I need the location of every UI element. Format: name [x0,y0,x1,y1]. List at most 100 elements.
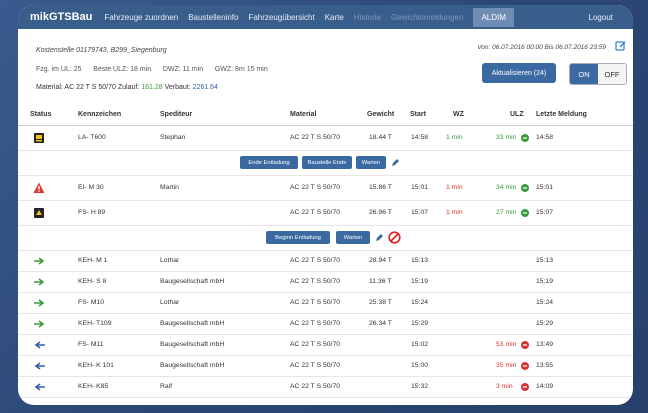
fzg-count: Fzg. im UL: 25 [36,66,82,73]
baustelle-ende-button[interactable]: Baustelle Ende [302,156,352,169]
kennzeichen: FS- M10 [78,299,105,306]
zulauf-label: Zulauf: [117,84,140,91]
toggle-off[interactable]: OFF [598,64,626,84]
arrow-right-icon [34,278,45,286]
nav-aldim[interactable]: ALDIM [473,7,514,27]
spediteur: Martin [160,184,179,191]
kostenstelle-label: Kostenstelle 01179743, B299_Siegenburg [36,47,167,54]
kennzeichen: KEH- S 8 [78,278,107,285]
material: AC 22 T S 50/70 [290,278,341,285]
arrow-right-icon [34,299,45,307]
gewicht: 25.38 T [369,299,392,306]
toggle-on[interactable]: ON [570,64,598,84]
table-row[interactable]: LA- T600 Stephan AC 22 T S 50/70 18.44 T… [18,126,633,151]
table-row[interactable]: FS- M10 Lothar AC 22 T S 50/70 25.38 T 1… [18,293,633,314]
nav-historie[interactable]: Historie [354,13,381,22]
gewicht: 28.94 T [369,257,392,264]
col-ulz: ULZ [510,111,524,118]
ulz: 35 min [496,362,517,369]
start: 15:02 [411,341,429,348]
kennzeichen: EI- M 30 [78,184,104,191]
spediteur: Lothar [160,299,180,306]
pencil-icon[interactable] [391,158,400,167]
verbaut-value: 2261.64 [192,84,218,91]
letzte-meldung: 14:58 [536,134,554,141]
spediteur: Baugesellschaft mbH [160,278,225,285]
letzte-meldung: 15:29 [536,320,554,327]
truck-loaded-icon [34,133,44,143]
beginn-entladung-button[interactable]: Beginn Entladung [266,231,330,244]
table-row[interactable]: KEH- K 101 Baugesellschaft mbH AC 22 T S… [18,356,633,377]
table-row[interactable]: FS- H 89 AC 22 T S 50/70 26.96 T 15:07 1… [18,201,633,226]
warten-button[interactable]: Warten [356,156,386,169]
table-header: Status Kennzeichen Spediteur Material Ge… [18,105,633,126]
material-label: Material: AC 22 T S 50/70 [36,84,116,91]
spediteur: Baugesellschaft mbH [160,362,225,369]
col-gewicht: Gewicht [367,111,395,118]
nav-logout[interactable]: Logout [589,13,613,22]
gewicht: 26.34 T [369,320,392,327]
wz: 1 min [446,209,463,216]
auto-refresh-toggle[interactable]: ON OFF [569,63,627,85]
table-row[interactable]: KEH- T109 Baugesellschaft mbH AC 22 T S … [18,314,633,335]
start: 15:24 [411,299,429,306]
table-row[interactable]: KEH- S 8 Baugesellschaft mbH AC 22 T S 5… [18,272,633,293]
kennzeichen: FS- M11 [78,341,104,348]
arrow-left-icon [34,383,45,391]
spediteur: Lothar [160,257,180,264]
wz: 1 min [446,134,463,141]
arrow-left-icon [34,341,45,349]
ulz-ok-icon [521,184,529,192]
kennzeichen: FS- H 89 [78,209,106,216]
arrow-right-icon [34,257,45,265]
nav-baustelleninfo[interactable]: Baustelleninfo [188,13,238,22]
nav-karte[interactable]: Karte [325,13,344,22]
nav-fahrzeuge-zuordnen[interactable]: Fahrzeuge zuordnen [104,13,178,22]
table-row[interactable]: KEH- M 1 Lothar AC 22 T S 50/70 28.94 T … [18,251,633,272]
material: AC 22 T S 50/70 [290,184,341,191]
start: 15:13 [411,257,429,264]
gewicht: 11.36 T [369,278,392,285]
start: 15:19 [411,278,429,285]
ulz-late-icon [521,383,529,391]
summary-line: Fzg. im UL: 25 Beste ULZ: 18 min DWZ: 11… [36,66,268,73]
gewicht: 15.86 T [369,184,392,191]
refresh-button[interactable]: Aktualisieren (24) [482,63,556,83]
cancel-icon[interactable] [388,231,401,244]
table-row[interactable]: KEH- K85 Ralf AC 22 T S 50/70 15:32 3 mi… [18,377,633,398]
edit-range-icon[interactable] [615,40,627,52]
ende-entladung-button[interactable]: Ende Entladung [240,156,298,169]
material: AC 22 T S 50/70 [290,209,341,216]
letzte-meldung: 15:13 [536,257,554,264]
spediteur: Baugesellschaft mbH [160,341,225,348]
material: AC 22 T S 50/70 [290,362,341,369]
kennzeichen: KEH- M 1 [78,257,108,264]
warten-button[interactable]: Warten [336,231,370,244]
col-letzte-meldung: Letzte Meldung [536,111,587,118]
arrow-right-icon [34,320,45,328]
material: AC 22 T S 50/70 [290,383,341,390]
nav-fahrzeuguebersicht[interactable]: Fahrzeugübersicht [248,13,314,22]
table-row[interactable]: EI- M 30 Martin AC 22 T S 50/70 15.86 T … [18,176,633,201]
ulz-late-icon [521,341,529,349]
ulz: 3 min [496,383,513,390]
letzte-meldung: 13:55 [536,362,554,369]
app-screen: mikGTSBau Fahrzeuge zuordnen Baustelleni… [18,5,633,405]
letzte-meldung: 13:49 [536,341,554,348]
wz: 1 min [446,184,463,191]
material: AC 22 T S 50/70 [290,257,341,264]
col-start: Start [410,111,426,118]
table-row[interactable]: FS- M11 Baugesellschaft mbH AC 22 T S 50… [18,335,633,356]
warning-icon [33,182,45,193]
col-material: Material [290,111,317,118]
material-line: Material: AC 22 T S 50/70 Zulauf: 161.28… [36,84,218,91]
pencil-icon[interactable] [375,233,384,242]
ulz: 33 min [496,134,517,141]
material: AC 22 T S 50/70 [290,134,341,141]
kennzeichen: KEH- K 101 [78,362,114,369]
row-actions: Ende Entladung Baustelle Ende Warten [18,151,633,176]
device-frame: mikGTSBau Fahrzeuge zuordnen Baustelleni… [0,0,648,413]
letzte-meldung: 14:09 [536,383,554,390]
spediteur: Baugesellschaft mbH [160,320,225,327]
nav-gewichtsmeldungen[interactable]: Gewichtsmeldungen [391,13,463,22]
